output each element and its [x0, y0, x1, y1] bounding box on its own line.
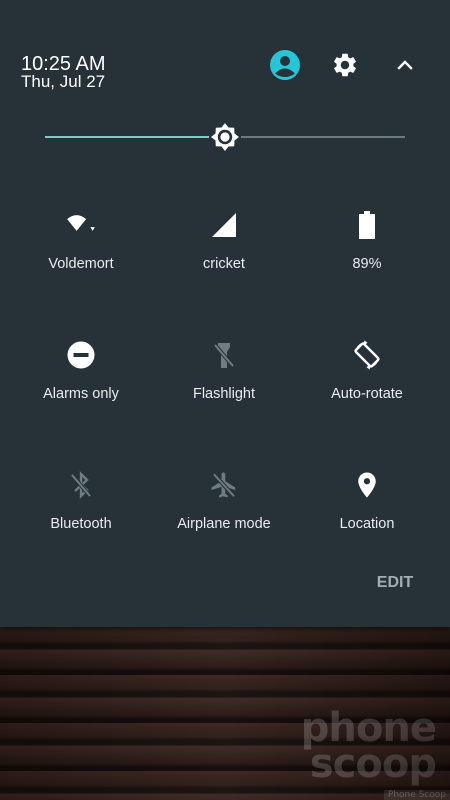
tile-rotate[interactable]: Auto-rotate — [297, 339, 437, 449]
tile-location-icon-wrap — [351, 469, 383, 501]
tile-airplane-label: Airplane mode — [177, 516, 271, 532]
tile-flashlight-label: Flashlight — [192, 386, 256, 402]
do-not-disturb-icon — [67, 341, 95, 369]
auto-rotate-icon — [354, 340, 380, 370]
edit-button[interactable]: EDIT — [366, 574, 424, 596]
tile-rotate-icon-wrap — [351, 339, 383, 371]
tile-airplane[interactable]: Airplane mode — [154, 469, 294, 579]
cell-signal-icon — [212, 213, 236, 237]
flashlight-off-icon — [213, 343, 235, 368]
collapse-button[interactable] — [387, 47, 423, 83]
home-wallpaper: phone scoop Phone Scoop — [0, 627, 450, 800]
brightness-thumb[interactable] — [207, 119, 243, 155]
watermark-source: Phone Scoop — [383, 789, 450, 800]
watermark-line2: scoop — [309, 741, 437, 787]
tile-cellular[interactable]: cricket — [154, 209, 294, 319]
brightness-sun-icon — [209, 121, 241, 153]
airplane-off-icon — [211, 472, 236, 498]
tile-battery[interactable]: 89% — [297, 209, 437, 319]
tile-location-label: Location — [339, 516, 395, 532]
watermark-logo: phone scoop Phone Scoop — [300, 705, 450, 800]
battery-icon — [359, 211, 375, 239]
screen: phone scoop Phone Scoop 10:25 AM Thu, Ju… — [0, 0, 450, 800]
tile-dnd[interactable]: Alarms only — [11, 339, 151, 449]
watermark-line1: phone — [300, 705, 437, 751]
chevron-up-icon — [397, 60, 413, 70]
wifi-icon — [67, 215, 95, 231]
account-circle-icon — [270, 50, 300, 80]
quick-settings-panel: 10:25 AM Thu, Jul 27 Voldemort cricket 8… — [0, 0, 450, 627]
brightness-track-fill — [45, 136, 225, 138]
user-switcher-button[interactable] — [267, 47, 303, 83]
settings-button[interactable] — [327, 47, 363, 83]
brightness-slider[interactable] — [45, 119, 405, 155]
tile-dnd-icon-wrap — [65, 339, 97, 371]
tile-bluetooth[interactable]: Bluetooth — [11, 469, 151, 579]
tile-cellular-icon-wrap — [208, 209, 240, 241]
status-time: 10:25 AM — [21, 53, 106, 75]
tile-flashlight-icon-wrap — [208, 339, 240, 371]
tile-wifi[interactable]: Voldemort — [11, 209, 151, 319]
gear-icon — [334, 53, 356, 77]
tile-location[interactable]: Location — [297, 469, 437, 579]
tile-wifi-icon-wrap — [65, 209, 97, 241]
tile-wifi-label: Voldemort — [48, 256, 114, 272]
tile-bluetooth-label: Bluetooth — [50, 516, 112, 532]
tile-cellular-label: cricket — [203, 256, 245, 272]
tile-rotate-label: Auto-rotate — [331, 386, 403, 402]
tile-dnd-label: Alarms only — [43, 386, 119, 402]
tile-battery-icon-wrap — [351, 209, 383, 241]
bluetooth-off-icon — [70, 471, 92, 499]
tile-bluetooth-icon-wrap — [65, 469, 97, 501]
tile-battery-label: 89% — [352, 256, 382, 272]
tile-flashlight[interactable]: Flashlight — [154, 339, 294, 449]
status-date: Thu, Jul 27 — [21, 72, 106, 91]
tile-airplane-icon-wrap — [208, 469, 240, 501]
location-pin-icon — [358, 472, 376, 498]
